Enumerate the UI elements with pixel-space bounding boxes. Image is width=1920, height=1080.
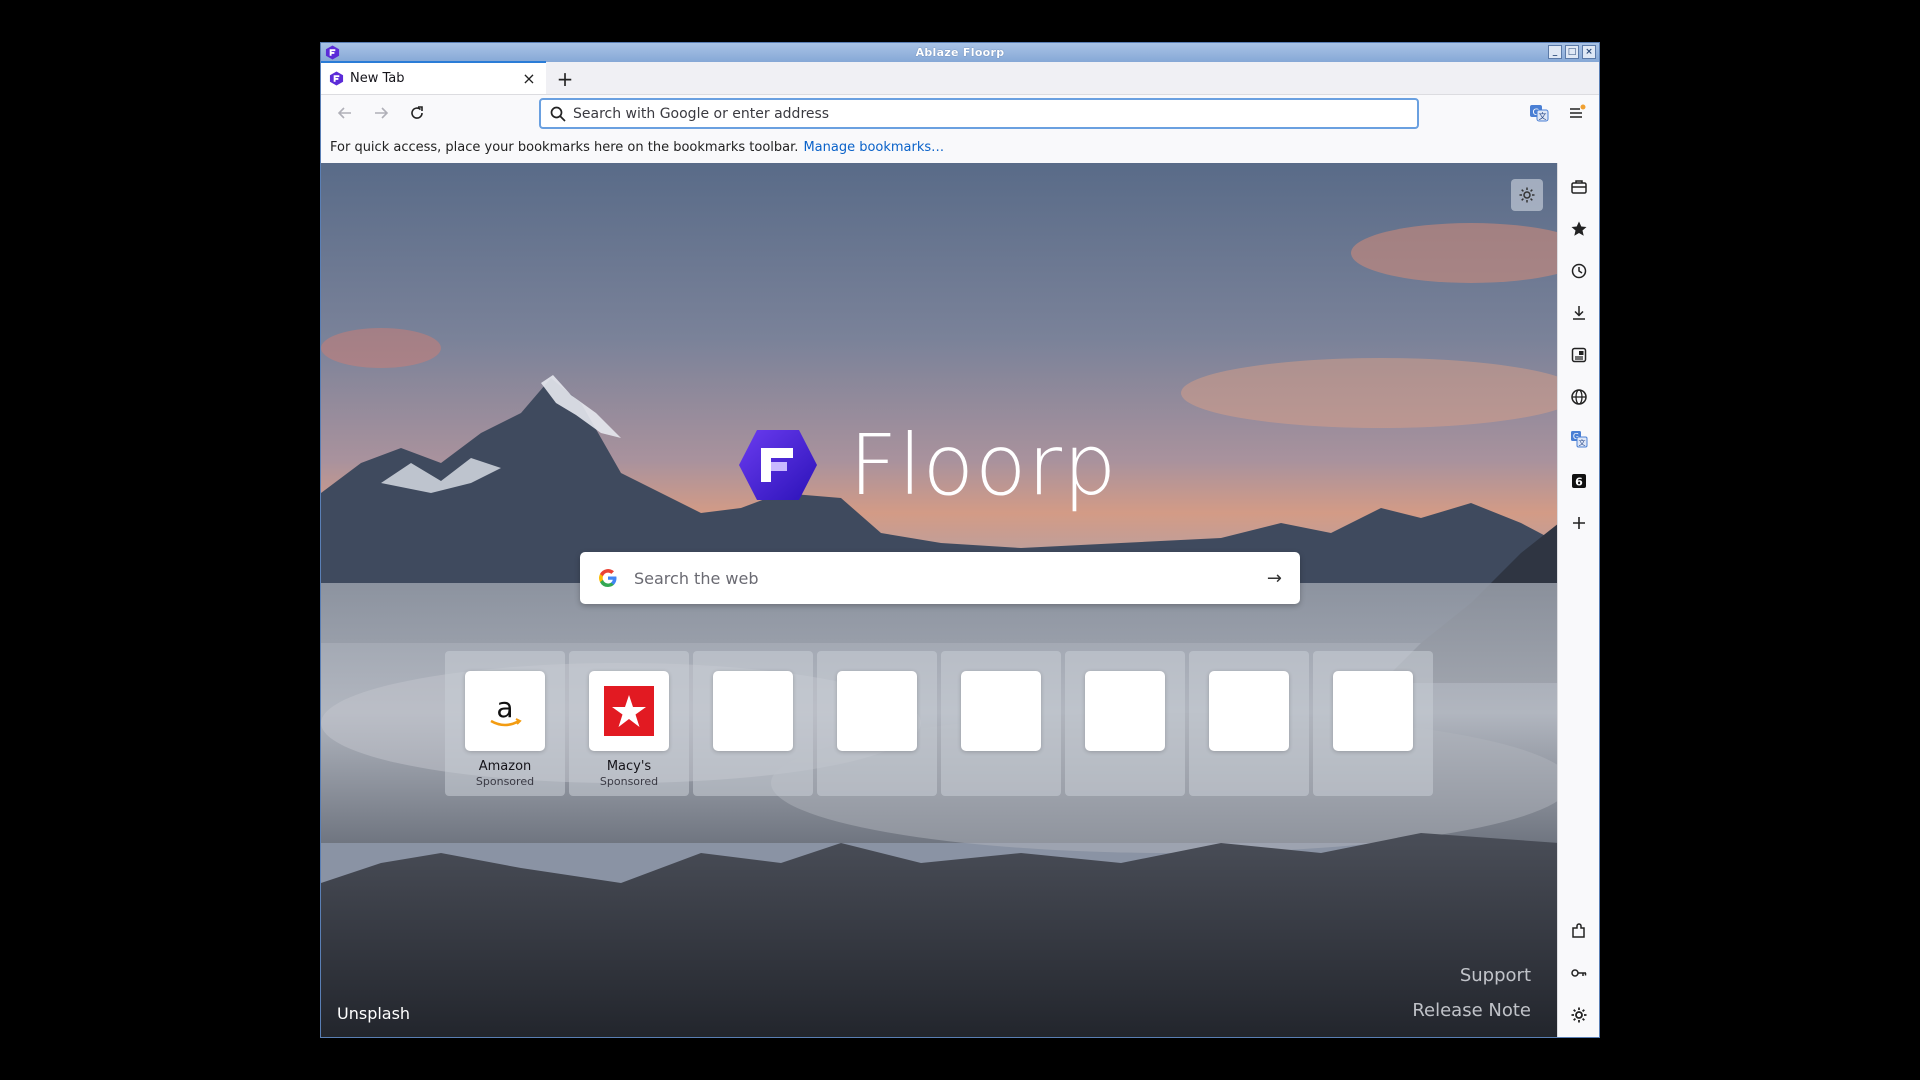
sidebar-passwords-button[interactable]: [1567, 961, 1591, 985]
amazon-icon: a: [490, 691, 522, 727]
browser-sidebar: G文 6: [1557, 163, 1599, 1037]
notes-icon: [1571, 347, 1587, 363]
top-site-tile-empty[interactable]: [693, 651, 813, 796]
tile-label: Macy's: [606, 759, 652, 774]
top-site-tile-empty[interactable]: [1065, 651, 1185, 796]
logo-wordmark: Floorp: [849, 416, 1118, 514]
history-icon: [1571, 263, 1587, 279]
add-icon: [1573, 517, 1585, 529]
release-note-link[interactable]: Release Note: [1412, 1000, 1531, 1021]
key-icon: [1571, 969, 1587, 977]
sidebar-notes-button[interactable]: [1567, 343, 1591, 367]
translate-icon: G 文: [1530, 105, 1549, 122]
web-search-placeholder: Search the web: [634, 568, 759, 588]
minimize-button[interactable]: _: [1548, 45, 1562, 59]
back-button[interactable]: [327, 97, 363, 129]
navigation-bar: G 文: [321, 95, 1599, 131]
translate-icon: G文: [1571, 431, 1588, 448]
svg-text:文: 文: [1579, 438, 1586, 447]
sidebar-add-button[interactable]: [1567, 511, 1591, 535]
download-icon: [1573, 306, 1585, 320]
translate-button[interactable]: G 文: [1527, 101, 1551, 125]
floorp-logo-icon: [739, 430, 817, 500]
gear-icon: [1519, 187, 1535, 203]
top-site-tile-empty[interactable]: [817, 651, 937, 796]
sidebar-extensions-button[interactable]: [1567, 919, 1591, 943]
app-menu-button[interactable]: [1565, 101, 1589, 125]
sidebar-app-button[interactable]: 6: [1567, 469, 1591, 493]
back-arrow-icon: [337, 107, 351, 119]
tile-label: Amazon: [478, 759, 532, 774]
sidebar-translate-button[interactable]: G文: [1567, 427, 1591, 451]
globe-icon: [1571, 389, 1587, 405]
tab-title: New Tab: [350, 71, 405, 86]
briefcase-icon: [1571, 180, 1587, 194]
sidebar-settings-button[interactable]: [1567, 1003, 1591, 1027]
footer-links: Support Release Note: [1412, 951, 1531, 1021]
support-link[interactable]: Support: [1412, 965, 1531, 986]
tile-thumbnail: [1209, 671, 1289, 751]
window-controls: _ □ ×: [1548, 45, 1596, 59]
search-submit-arrow-icon[interactable]: →: [1267, 568, 1282, 589]
svg-text:6: 6: [1575, 476, 1583, 489]
tab-strip: New Tab × +: [321, 61, 1599, 95]
title-bar: Ablaze Floorp _ □ ×: [321, 43, 1599, 62]
sidebar-briefcase-button[interactable]: [1567, 175, 1591, 199]
reload-icon: [411, 106, 423, 119]
tab-new-tab[interactable]: New Tab ×: [321, 61, 546, 94]
tile-sponsored-label: Sponsored: [599, 775, 659, 788]
svg-text:文: 文: [1539, 111, 1547, 121]
search-icon: [550, 106, 566, 122]
window-title: Ablaze Floorp: [915, 46, 1005, 59]
svg-text:a: a: [496, 691, 513, 724]
toolbar-right: G 文: [1527, 101, 1589, 125]
bookmark-star-icon: [1571, 221, 1587, 236]
menu-icon: [1570, 104, 1586, 118]
tile-thumbnail: [1333, 671, 1413, 751]
top-site-tile-empty[interactable]: [1189, 651, 1309, 796]
new-tab-page: Floorp Search the web → a Amazon Sponsor…: [321, 163, 1559, 1037]
app-panel-icon: 6: [1572, 474, 1586, 489]
floorp-app-icon: [325, 45, 340, 60]
tile-thumbnail: [961, 671, 1041, 751]
extensions-icon: [1572, 923, 1585, 938]
manage-bookmarks-link[interactable]: Manage bookmarks…: [803, 140, 944, 155]
close-window-button[interactable]: ×: [1582, 45, 1596, 59]
customize-page-button[interactable]: [1511, 179, 1543, 211]
top-site-tile-empty[interactable]: [1313, 651, 1433, 796]
unsplash-credit-link[interactable]: Unsplash: [337, 1004, 410, 1023]
sidebar-web-panel-button[interactable]: [1567, 385, 1591, 409]
top-site-tile-amazon[interactable]: a Amazon Sponsored: [445, 651, 565, 796]
tile-thumbnail: [1085, 671, 1165, 751]
settings-icon: [1571, 1007, 1587, 1023]
url-bar[interactable]: [539, 98, 1419, 129]
sidebar-history-button[interactable]: [1567, 259, 1591, 283]
google-icon: [599, 569, 617, 587]
browser-window: Ablaze Floorp _ □ × New Tab × + Search w…: [320, 42, 1600, 1038]
new-tab-button[interactable]: +: [550, 64, 580, 94]
forward-button[interactable]: [363, 97, 399, 129]
tile-thumbnail: [713, 671, 793, 751]
tile-thumbnail: a: [465, 671, 545, 751]
url-input[interactable]: [573, 105, 1409, 122]
reload-button[interactable]: [399, 97, 435, 129]
tile-thumbnail: [837, 671, 917, 751]
tile-thumbnail: [589, 671, 669, 751]
top-site-tile-macys[interactable]: Macy's Sponsored: [569, 651, 689, 796]
bookmarks-hint-text: For quick access, place your bookmarks h…: [330, 139, 799, 155]
macys-icon: [604, 686, 654, 736]
maximize-button[interactable]: □: [1565, 45, 1579, 59]
sidebar-bookmarks-button[interactable]: [1567, 217, 1591, 241]
sidebar-downloads-button[interactable]: [1567, 301, 1591, 325]
tile-sponsored-label: Sponsored: [475, 775, 535, 788]
top-sites: a Amazon Sponsored Macy's Sponsored: [445, 651, 1433, 796]
close-tab-icon[interactable]: ×: [520, 69, 538, 88]
floorp-favicon-icon: [329, 71, 344, 86]
forward-arrow-icon: [375, 107, 389, 119]
floorp-logo: Floorp: [737, 416, 1117, 514]
top-site-tile-empty[interactable]: [941, 651, 1061, 796]
bookmarks-toolbar: For quick access, place your bookmarks h…: [321, 131, 1599, 163]
web-search-box[interactable]: Search the web →: [580, 552, 1300, 604]
